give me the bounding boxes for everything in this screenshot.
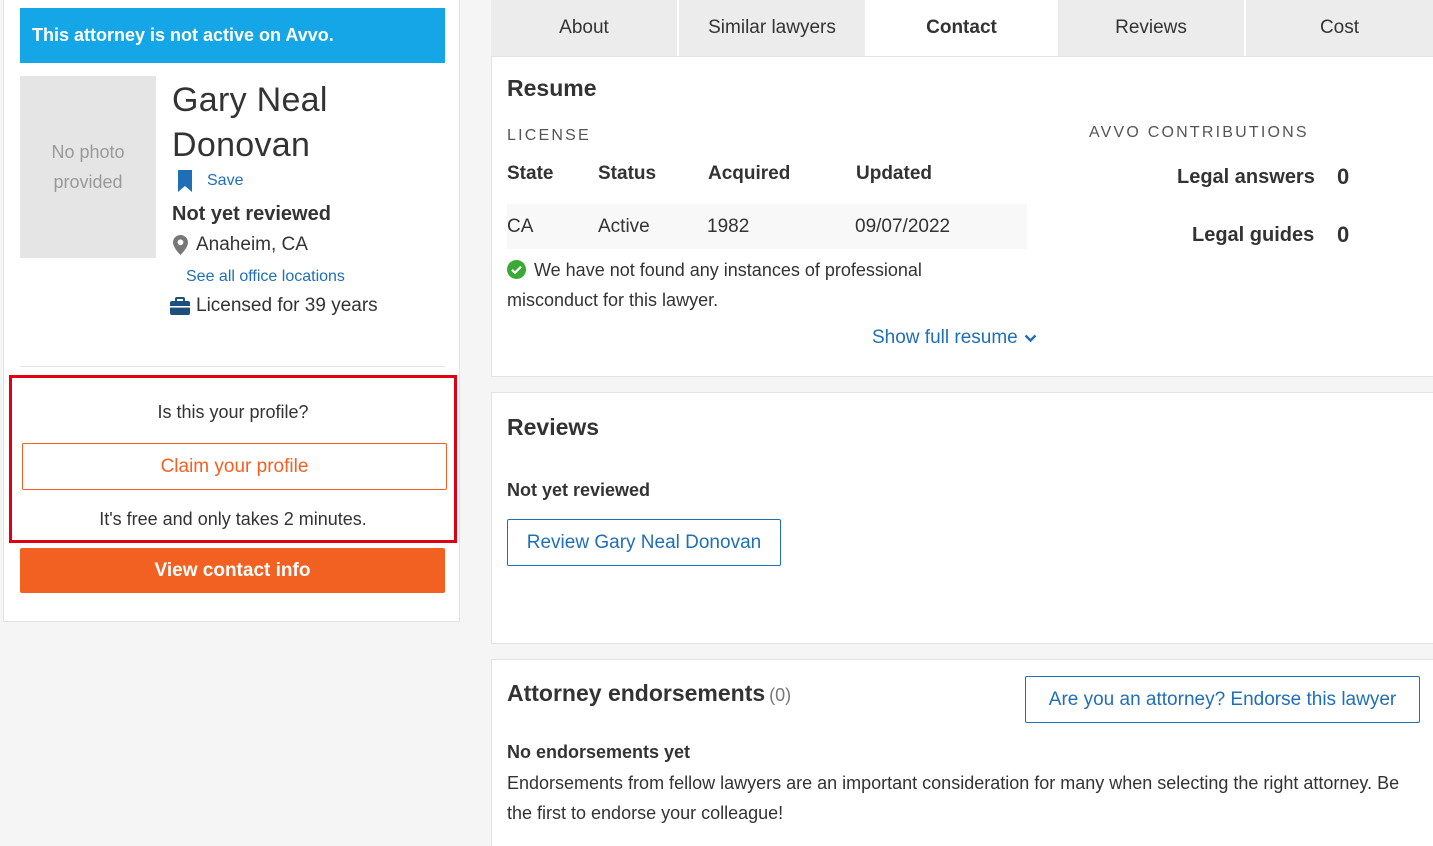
- endorsements-title: Attorney endorsements (0): [507, 680, 791, 707]
- endorsements-title-text: Attorney endorsements: [507, 680, 766, 706]
- claim-question: Is this your profile?: [157, 402, 309, 422]
- legal-answers-label: Legal answers: [1177, 166, 1315, 188]
- save-label: Save: [207, 172, 244, 189]
- no-endorsements-title: No endorsements yet: [507, 742, 691, 762]
- tab-about[interactable]: About: [491, 0, 679, 56]
- office-locations-link[interactable]: See all office locations: [186, 268, 345, 286]
- endorsements-count: (0): [769, 685, 792, 705]
- licensed-text: Licensed for 39 years: [196, 295, 378, 316]
- reviews-panel: Reviews Not yet reviewed Review Gary Nea…: [491, 392, 1433, 644]
- tab-cost[interactable]: Cost: [1246, 0, 1433, 56]
- tab-contact[interactable]: Contact: [867, 0, 1058, 56]
- save-button[interactable]: Save: [177, 170, 243, 192]
- profile-card: This attorney is not active on Avvo. No …: [3, 0, 460, 622]
- license-acquired: 1982: [707, 216, 750, 237]
- resume-panel: Resume LICENSE State Status Acquired Upd…: [491, 57, 1433, 377]
- tab-similar-lawyers[interactable]: Similar lawyers: [679, 0, 867, 56]
- legal-guides-label: Legal guides: [1192, 224, 1315, 246]
- license-header-status: Status: [598, 163, 657, 184]
- misconduct-text: We have not found any instances of profe…: [507, 260, 922, 310]
- contributions-label: AVVO CONTRIBUTIONS: [1089, 124, 1309, 141]
- license-header-state: State: [507, 163, 554, 184]
- claim-profile-section: Is this your profile? Claim your profile…: [9, 375, 457, 543]
- legal-answers-count: 0: [1337, 164, 1350, 189]
- endorse-lawyer-button[interactable]: Are you an attorney? Endorse this lawyer: [1025, 676, 1420, 723]
- bookmark-icon: [178, 170, 192, 192]
- location: Anaheim, CA: [173, 234, 308, 256]
- view-contact-info-button[interactable]: View contact info: [20, 548, 445, 593]
- license-status: Active: [598, 216, 650, 237]
- location-text: Anaheim, CA: [196, 234, 308, 255]
- photo-placeholder: No photo provided: [20, 76, 156, 258]
- endorsements-description: Endorsements from fellow lawyers are an …: [507, 773, 1400, 823]
- chevron-down-icon: [1024, 334, 1037, 342]
- reviews-title: Reviews: [507, 414, 600, 440]
- briefcase-icon: [170, 297, 190, 315]
- show-full-resume-link[interactable]: Show full resume: [872, 327, 1037, 349]
- profile-tabs: About Similar lawyers Contact Reviews Co…: [491, 0, 1433, 57]
- license-state: CA: [507, 216, 534, 237]
- claim-note: It's free and only takes 2 minutes.: [99, 509, 367, 529]
- reviews-status: Not yet reviewed: [507, 480, 651, 500]
- tab-reviews[interactable]: Reviews: [1058, 0, 1246, 56]
- attorney-name: Gary Neal Donovan: [172, 81, 328, 164]
- license-header-acquired: Acquired: [708, 163, 791, 184]
- endorsements-panel: Attorney endorsements (0) Are you an atto…: [491, 659, 1433, 846]
- inactive-banner: This attorney is not active on Avvo.: [20, 8, 445, 63]
- divider: [20, 366, 445, 367]
- claim-profile-button[interactable]: Claim your profile: [22, 443, 447, 490]
- license-header-updated: Updated: [856, 163, 932, 184]
- review-attorney-button[interactable]: Review Gary Neal Donovan: [507, 519, 781, 566]
- review-status: Not yet reviewed: [172, 203, 331, 225]
- resume-title: Resume: [507, 75, 597, 101]
- location-pin-icon: [173, 235, 188, 255]
- misconduct-notice: We have not found any instances of profe…: [507, 255, 987, 315]
- license-label: LICENSE: [507, 127, 591, 144]
- license-updated: 09/07/2022: [855, 216, 951, 237]
- legal-guides-count: 0: [1337, 222, 1350, 247]
- check-circle-icon: [507, 260, 526, 279]
- licensed-years: Licensed for 39 years: [170, 295, 378, 317]
- show-full-resume-label: Show full resume: [872, 327, 1018, 348]
